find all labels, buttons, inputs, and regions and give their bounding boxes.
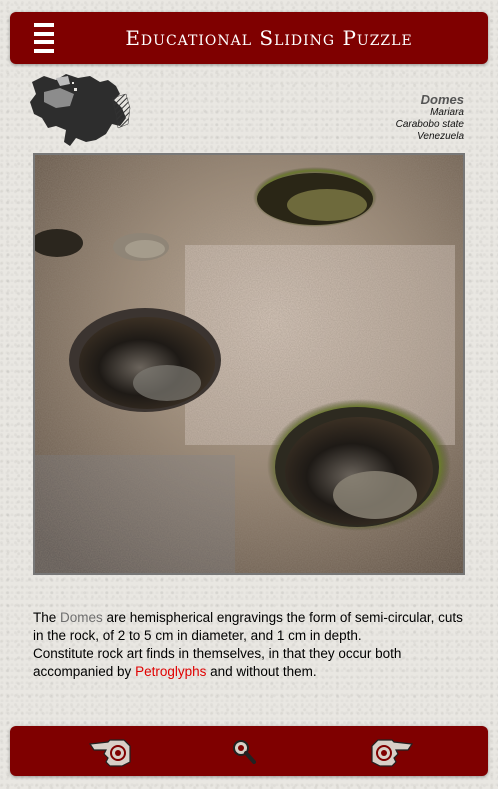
hamburger-menu-icon[interactable]: [34, 23, 54, 53]
rock-domes-image: [35, 155, 463, 573]
description-paragraph-1: The Domes are hemispherical engravings t…: [33, 609, 471, 645]
app-title: Educational Sliding Puzzle: [125, 26, 413, 50]
site-name: Domes: [420, 92, 464, 107]
description-text-part: The: [33, 610, 61, 625]
site-country: Venezuela: [417, 131, 464, 142]
pointing-hand-left-icon[interactable]: [88, 732, 134, 770]
site-locality: Mariara: [430, 107, 464, 118]
venezuela-map-icon: [30, 74, 131, 146]
site-info: Domes Mariara Carabobo state Venezuela: [396, 92, 464, 143]
description-text-part: and without them.: [206, 664, 317, 679]
description-paragraph-2: Constitute rock art finds in themselves,…: [33, 645, 471, 681]
magnifier-icon[interactable]: [232, 739, 256, 765]
bottom-bar: [10, 726, 488, 776]
keyword-domes: Domes: [60, 610, 103, 625]
puzzle-photo[interactable]: [33, 153, 465, 575]
description-text: The Domes are hemispherical engravings t…: [33, 609, 471, 681]
pointing-hand-right-icon[interactable]: [368, 732, 414, 770]
petroglyphs-link[interactable]: Petroglyphs: [135, 664, 206, 679]
top-bar: Educational Sliding Puzzle: [10, 12, 488, 64]
site-state: Carabobo state: [395, 119, 464, 130]
